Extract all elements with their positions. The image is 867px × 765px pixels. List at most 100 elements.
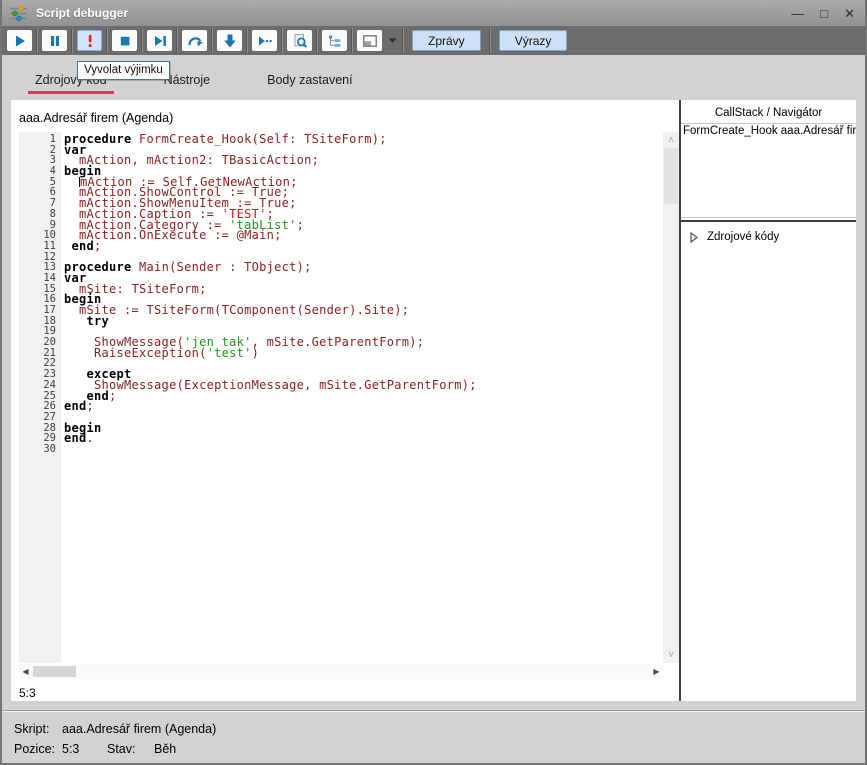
code-editor[interactable]: 1234567891011121314151617181920212223242… (11, 132, 679, 663)
code-line[interactable]: end. (64, 433, 663, 444)
code-line[interactable] (64, 358, 663, 369)
tree-item-label: Zdrojové kódy (707, 231, 779, 243)
tab-body-zastaveni[interactable]: Body zastavení (262, 73, 357, 100)
app-sliders-icon (9, 5, 29, 22)
debug-toolbar: Zprávy Výrazy (2, 26, 865, 55)
script-title: aaa.Adresář firem (Agenda) (11, 100, 679, 132)
line-number[interactable]: 24 (19, 380, 56, 391)
toolbar-separator (211, 28, 213, 53)
step-button[interactable] (147, 30, 172, 51)
code-line[interactable] (64, 444, 663, 455)
position-label: Pozice: (14, 742, 62, 756)
state-value: Běh (154, 742, 176, 756)
tree-item-zdrojov-k-dy[interactable]: Zdrojové kódy (681, 222, 856, 243)
state-label: Stav: (107, 742, 154, 756)
vertical-scrollbar[interactable]: ∧ ∨ (663, 132, 679, 663)
layout-button[interactable] (357, 30, 382, 51)
code-line[interactable]: end; (64, 391, 663, 402)
code-line[interactable] (64, 412, 663, 423)
navigator-tree: Zdrojové kódy (681, 222, 856, 243)
window-panel-icon (362, 33, 378, 49)
expand-triangle-icon[interactable] (690, 232, 698, 243)
minimize-icon[interactable]: — (791, 7, 804, 20)
pause-icon (47, 33, 63, 49)
line-number[interactable]: 11 (19, 241, 56, 252)
code-line[interactable]: procedure FormCreate_Hook(Self: TSiteFor… (64, 134, 663, 145)
scroll-down-icon[interactable]: ∨ (663, 649, 679, 660)
evaluate-button[interactable] (287, 30, 312, 51)
horizontal-scroll-thumb[interactable] (33, 666, 76, 677)
position-value: 5:3 (62, 742, 107, 756)
run-button[interactable] (7, 30, 32, 51)
window-controls: — □ ✕ (791, 7, 855, 20)
code-line[interactable]: end; (64, 241, 663, 252)
titlebar: Script debugger — □ ✕ (2, 0, 865, 26)
arc-arrow-icon (187, 33, 203, 49)
run-to-cursor-button[interactable] (252, 30, 277, 51)
vertical-scroll-thumb[interactable] (664, 148, 678, 204)
tooltip-raise-exception: Vyvolat výjimku (77, 61, 170, 80)
toolbar-buttons: Zprávy Výrazy (7, 28, 571, 53)
code-line[interactable]: procedure Main(Sender : TObject); (64, 262, 663, 273)
step-out-button[interactable] (217, 30, 242, 51)
code-line[interactable]: mSite := TSiteForm(TComponent(Sender).Si… (64, 305, 663, 316)
code-line[interactable]: RaiseException('test') (64, 348, 663, 359)
horizontal-scrollbar[interactable]: ◀ ▶ (19, 664, 663, 679)
callstack-list[interactable]: FormCreate_Hook aaa.Adresář fire (681, 123, 856, 218)
maximize-icon[interactable]: □ (820, 7, 828, 20)
raise-exception-button[interactable] (77, 30, 102, 51)
statusbar-script-row: Skript: aaa.Adresář firem (Agenda) (14, 719, 865, 739)
exclamation-icon (82, 33, 98, 49)
step-over-button[interactable] (182, 30, 207, 51)
code-line[interactable]: begin (64, 423, 663, 434)
toolbar-separator (106, 28, 108, 53)
toolbar-separator (351, 28, 353, 53)
toolbar-separator (141, 28, 143, 53)
horizontal-scroll-track[interactable] (32, 665, 650, 678)
scroll-up-icon[interactable]: ∧ (663, 134, 679, 145)
code-line[interactable]: ShowMessage(ExceptionMessage, mSite.GetP… (64, 380, 663, 391)
gutter: 1234567891011121314151617181920212223242… (19, 132, 61, 663)
close-icon[interactable]: ✕ (844, 7, 855, 20)
code-line[interactable]: mAction, mAction2: TBasicAction; (64, 155, 663, 166)
line-number[interactable]: 27 (19, 412, 56, 423)
play-bar-icon (152, 33, 168, 49)
code-line[interactable]: mSite: TSiteForm; (64, 284, 663, 295)
layout-dropdown-caret-icon[interactable] (386, 37, 398, 44)
line-number[interactable]: 30 (19, 444, 56, 455)
expressions-toggle-button[interactable]: Výrazy (499, 30, 568, 51)
line-number[interactable]: 8 (19, 209, 56, 220)
toolbar-separator (36, 28, 38, 53)
down-arrow-icon (222, 33, 238, 49)
statusbar: Skript: aaa.Adresář firem (Agenda) Pozic… (2, 710, 865, 763)
callstack-item[interactable]: FormCreate_Hook aaa.Adresář fire (681, 124, 856, 137)
content-area: aaa.Adresář firem (Agenda) 1234567891011… (2, 100, 865, 710)
callstack-button[interactable] (322, 30, 347, 51)
toolbar-separator (402, 28, 404, 53)
script-value: aaa.Adresář firem (Agenda) (62, 722, 216, 736)
toolbar-separator (176, 28, 178, 53)
stop-button[interactable] (112, 30, 137, 51)
code-line[interactable]: try (64, 316, 663, 327)
code-line[interactable]: mAction.OnExecute := @Main; (64, 230, 663, 241)
script-label: Skript: (14, 722, 62, 736)
code-lines[interactable]: procedure FormCreate_Hook(Self: TSiteFor… (61, 132, 663, 663)
stop-icon (117, 33, 133, 49)
toolbar-separator (281, 28, 283, 53)
statusbar-state-row: Pozice: 5:3 Stav: Běh (14, 739, 865, 759)
window-title: Script debugger (36, 6, 128, 20)
play-dashed-icon (257, 33, 273, 49)
search-doc-icon (292, 33, 308, 49)
pause-button[interactable] (42, 30, 67, 51)
messages-toggle-button[interactable]: Zprávy (412, 30, 481, 51)
toolbar-separator (71, 28, 73, 53)
toolbar-separator (246, 28, 248, 53)
scroll-right-icon[interactable]: ▶ (650, 667, 663, 676)
toolbar-separator (316, 28, 318, 53)
scroll-left-icon[interactable]: ◀ (19, 667, 32, 676)
tree-icon (327, 33, 343, 49)
code-line[interactable]: end; (64, 401, 663, 412)
play-icon (12, 33, 28, 49)
toolbar-separator (489, 28, 491, 53)
editor-column: aaa.Adresář firem (Agenda) 1234567891011… (11, 100, 679, 701)
